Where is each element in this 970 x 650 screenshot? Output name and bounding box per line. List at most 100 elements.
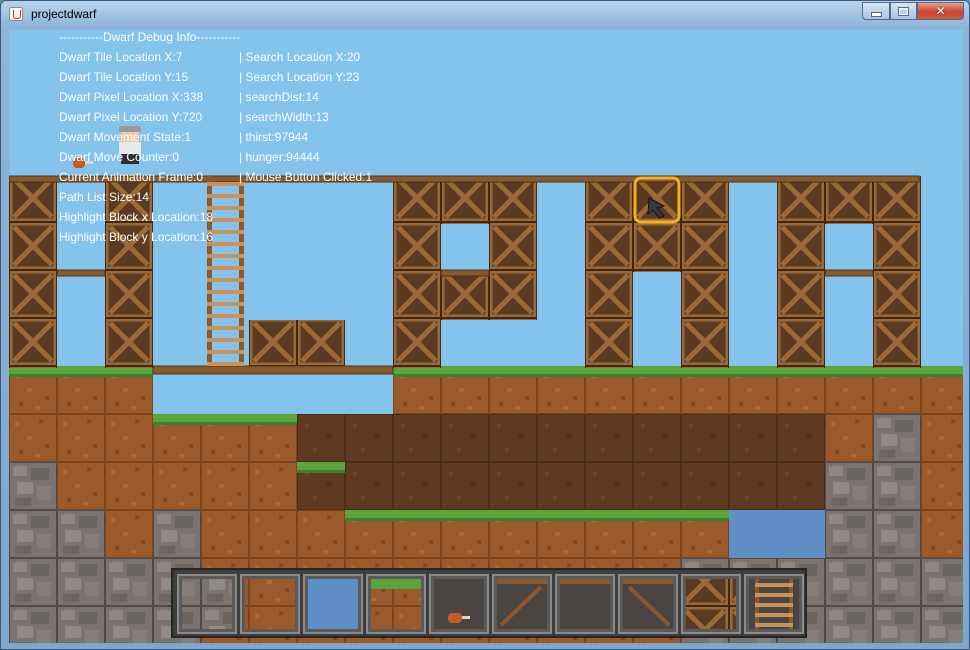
wood-bridge bbox=[152, 365, 394, 375]
close-icon: ✕ bbox=[935, 4, 946, 18]
maximize-icon bbox=[898, 6, 909, 16]
dirt-block bbox=[921, 462, 963, 510]
wood-crate bbox=[9, 224, 57, 272]
ladder-rung bbox=[207, 254, 244, 258]
wood-crate bbox=[105, 176, 153, 224]
dirt-block bbox=[9, 414, 57, 462]
dark-block bbox=[489, 462, 537, 510]
ladder-rung bbox=[755, 613, 793, 617]
ladder-rung bbox=[755, 593, 793, 597]
dwarf-held-meat bbox=[73, 158, 85, 168]
ladder-rung bbox=[755, 583, 793, 587]
dirt-block-icon bbox=[245, 579, 295, 629]
stone-block bbox=[873, 606, 921, 643]
ladder-rung bbox=[755, 623, 793, 627]
close-button[interactable]: ✕ bbox=[917, 2, 964, 20]
maximize-button[interactable] bbox=[890, 2, 917, 20]
ladder-rung bbox=[207, 266, 244, 270]
stone-block bbox=[105, 558, 153, 606]
wood-crate bbox=[489, 272, 537, 320]
hotbar[interactable] bbox=[171, 568, 807, 638]
stone-block bbox=[825, 462, 873, 510]
ladder-rung bbox=[207, 278, 244, 282]
dark-block bbox=[681, 414, 729, 462]
wood-crate bbox=[777, 272, 825, 320]
stairs-top bbox=[623, 579, 673, 584]
wood-crossbar bbox=[56, 269, 106, 277]
hotbar-slot[interactable] bbox=[303, 574, 363, 634]
dirt-block bbox=[201, 510, 249, 558]
hotbar-slot[interactable] bbox=[492, 574, 552, 634]
grass-top bbox=[345, 510, 729, 518]
hotbar-slot[interactable] bbox=[177, 574, 237, 634]
wood-crate bbox=[105, 224, 153, 272]
game-world[interactable] bbox=[9, 30, 963, 643]
wood-crate bbox=[681, 272, 729, 320]
game-canvas[interactable]: -----------Dwarf Debug Info----------- D… bbox=[9, 30, 963, 643]
wood-crate bbox=[489, 176, 537, 224]
wood-crate bbox=[585, 272, 633, 320]
ladder-rung bbox=[207, 194, 244, 198]
wood-crate bbox=[393, 176, 441, 224]
wood-crate bbox=[585, 320, 633, 368]
dwarf-body bbox=[121, 154, 139, 164]
dirt-block bbox=[105, 462, 153, 510]
dark-block bbox=[537, 462, 585, 510]
stone-block bbox=[9, 558, 57, 606]
wood-platform-icon bbox=[560, 579, 610, 629]
wood-crate bbox=[105, 272, 153, 320]
dark-block bbox=[393, 462, 441, 510]
dark-block bbox=[537, 414, 585, 462]
dark-block bbox=[633, 414, 681, 462]
hotbar-slot[interactable] bbox=[555, 574, 615, 634]
wood-crate-icon bbox=[686, 579, 736, 629]
wood-crate bbox=[777, 320, 825, 368]
grass-edge bbox=[153, 422, 297, 425]
dirt-block bbox=[201, 462, 249, 510]
dark-block bbox=[345, 414, 393, 462]
ladder-rung bbox=[207, 302, 244, 306]
wood-crate bbox=[297, 320, 345, 368]
wood-crate bbox=[585, 176, 633, 224]
dirt-block bbox=[921, 510, 963, 558]
dirt-block bbox=[249, 462, 297, 510]
stone-block bbox=[825, 558, 873, 606]
hotbar-slot[interactable] bbox=[618, 574, 678, 634]
ladder-rung bbox=[207, 230, 244, 234]
hotbar-slot[interactable] bbox=[366, 574, 426, 634]
ladder-rung bbox=[207, 338, 244, 342]
water-pool bbox=[729, 510, 825, 558]
wood-crate bbox=[681, 224, 729, 272]
grass-block-icon bbox=[371, 579, 421, 629]
minimize-button[interactable] bbox=[862, 2, 890, 20]
hotbar-slot[interactable] bbox=[240, 574, 300, 634]
java-app-icon bbox=[9, 7, 23, 21]
wood-crate bbox=[9, 320, 57, 368]
hotbar-slot[interactable] bbox=[429, 574, 489, 634]
water-block-icon bbox=[308, 579, 358, 629]
ladder-rail bbox=[207, 176, 212, 366]
meat-item-icon bbox=[434, 579, 484, 629]
dark-block bbox=[681, 462, 729, 510]
dirt-block bbox=[153, 462, 201, 510]
dark-block bbox=[585, 414, 633, 462]
ladder-rung bbox=[207, 350, 244, 354]
dirt-block bbox=[297, 510, 345, 558]
dwarf-meat-bone bbox=[85, 161, 93, 164]
stone-block bbox=[825, 510, 873, 558]
dark-block bbox=[441, 462, 489, 510]
stone-block bbox=[105, 606, 153, 643]
wood-rail-top bbox=[9, 175, 920, 183]
minimize-icon bbox=[870, 11, 882, 17]
hotbar-slot[interactable] bbox=[744, 574, 804, 634]
stone-block bbox=[153, 510, 201, 558]
hotbar-slot[interactable] bbox=[681, 574, 741, 634]
dark-block bbox=[393, 414, 441, 462]
stone-block-icon bbox=[182, 579, 232, 629]
wood-stairs-left-icon bbox=[497, 579, 547, 629]
dirt-block bbox=[825, 414, 873, 462]
ladder-rung bbox=[755, 603, 793, 607]
title-bar[interactable]: projectdwarf ✕ bbox=[1, 1, 969, 29]
dark-block bbox=[777, 414, 825, 462]
ladder-rung bbox=[207, 314, 244, 318]
